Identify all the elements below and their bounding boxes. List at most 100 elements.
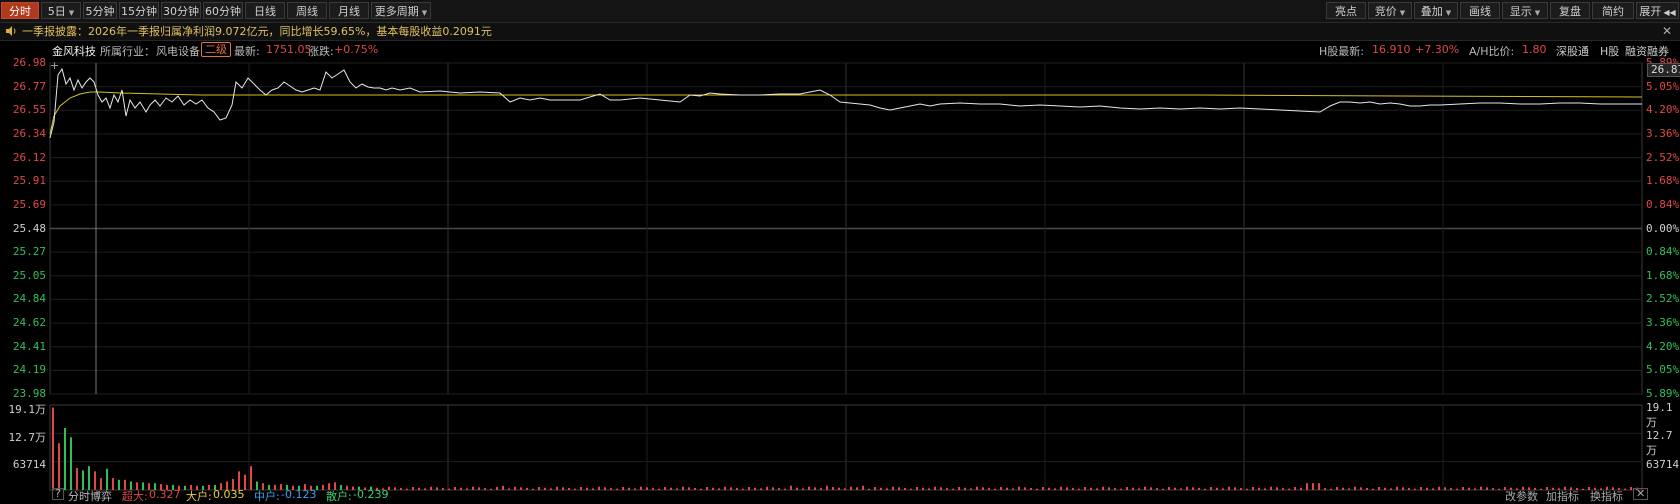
ah-ratio-value: 1.80 xyxy=(1522,43,1547,56)
price-tick-label: 25.27 xyxy=(12,245,46,259)
medium-label: 中户: xyxy=(254,490,280,503)
h-share-change: +7.30% xyxy=(1415,43,1460,56)
current-price-tag: 26.87 xyxy=(1647,63,1680,77)
volume-bar xyxy=(106,468,108,490)
tab-monthly[interactable]: 月线 xyxy=(329,2,369,19)
percent-tick-label: 2.52% xyxy=(1646,150,1680,164)
h-share-label: H股最新: xyxy=(1319,45,1364,58)
chevron-down-icon: ▼ xyxy=(68,9,75,17)
volume-tick-label: 12.7万 xyxy=(8,431,47,445)
percent-tick-label: 3.36% xyxy=(1646,126,1680,140)
chevron-down-icon: ▼ xyxy=(1399,9,1406,17)
volume-bar xyxy=(1312,483,1314,490)
price-tick-label: 25.91 xyxy=(12,174,46,188)
chart-grid xyxy=(49,62,1643,491)
price-tick-label: 26.55 xyxy=(12,103,46,117)
volume-tick-label-right: 63714 xyxy=(1646,457,1680,471)
volume-tick-label: 63714 xyxy=(12,457,46,471)
close-icon[interactable]: ✕ xyxy=(1633,488,1649,500)
period-toolbar: 分时 5日 ▼ 5分钟 15分钟 30分钟 60分钟 日线 周线 月线 更多周期 ▼… xyxy=(0,0,1680,23)
industry-label: 所属行业： xyxy=(100,45,155,58)
percent-tick-label: 3.36% xyxy=(1646,316,1680,330)
chevron-down-icon: ▼ xyxy=(1534,9,1541,17)
price-tick-label: 24.41 xyxy=(12,339,46,353)
price-tick-label: 26.34 xyxy=(12,126,46,140)
help-icon[interactable]: ? xyxy=(52,488,64,500)
display-button[interactable]: 显示 ▼ xyxy=(1502,2,1548,19)
add-indicator-button[interactable]: 加指标 xyxy=(1546,488,1579,504)
overlay-button[interactable]: 叠加 ▼ xyxy=(1414,2,1458,19)
volume-bar xyxy=(70,437,72,490)
volume-tick-label: 19.1万 xyxy=(8,403,47,416)
expand-button[interactable]: 展开 ◀◀ xyxy=(1636,2,1679,19)
ah-ratio-label: A/H比价: xyxy=(1469,45,1515,58)
tab-daily[interactable]: 日线 xyxy=(245,2,285,19)
volume-bar xyxy=(1318,483,1320,490)
speaker-icon xyxy=(6,26,16,36)
latest-value: 1751.05 xyxy=(266,43,312,56)
medium-value: -0.123 xyxy=(281,488,317,501)
tab-60min[interactable]: 60分钟 xyxy=(203,2,243,19)
super-large-label: 超大: xyxy=(122,490,148,503)
tab-5day[interactable]: 5日 ▼ xyxy=(41,2,81,19)
percent-tick-label: 2.52% xyxy=(1646,292,1680,306)
chevron-down-icon: ▼ xyxy=(421,9,428,17)
price-tick-label: 23.98 xyxy=(12,387,46,400)
tab-15min[interactable]: 15分钟 xyxy=(119,2,159,19)
stock-info-bar: 金风科技 所属行业： 风电设备 二级 最新: 1751.05 涨跌: +0.75… xyxy=(0,41,1680,59)
h-share-price: 16.910 xyxy=(1372,43,1411,56)
crosshair-cursor-icon: + xyxy=(50,59,60,72)
price-tick-label: 24.84 xyxy=(12,292,46,306)
simple-button[interactable]: 简约 xyxy=(1592,2,1634,19)
replay-button[interactable]: 复盘 xyxy=(1550,2,1590,19)
draw-line-button[interactable]: 画线 xyxy=(1460,2,1500,19)
tab-5min[interactable]: 5分钟 xyxy=(83,2,117,19)
large-value: 0.035 xyxy=(213,488,245,501)
percent-tick-label: 5.05% xyxy=(1646,79,1680,93)
h-share-link[interactable]: H股 xyxy=(1600,43,1619,59)
tab-weekly[interactable]: 周线 xyxy=(287,2,327,19)
retail-label: 散户: xyxy=(326,490,352,503)
intraday-chart-area[interactable]: 26.98 26.77 26.55 26.34 26.12 25.91 25.69 25.48… xyxy=(0,56,1680,500)
industry-level-badge[interactable]: 二级 xyxy=(201,42,231,57)
tab-more-periods[interactable]: 更多周期 ▼ xyxy=(371,2,431,19)
tab-30min[interactable]: 30分钟 xyxy=(161,2,201,19)
tab-intraday-game[interactable]: 分时博弈 xyxy=(68,488,112,504)
volume-bar xyxy=(88,466,90,490)
price-tick-label: 26.98 xyxy=(12,56,46,69)
industry-value[interactable]: 风电设备 xyxy=(156,43,200,59)
price-tick-label: 26.12 xyxy=(12,150,46,164)
percent-tick-label: 1.68% xyxy=(1646,174,1680,188)
highlight-button[interactable]: 亮点 xyxy=(1326,2,1366,19)
price-tick-label: 26.77 xyxy=(12,79,46,93)
percent-tick-label: 4.20% xyxy=(1646,339,1680,353)
volume-bar xyxy=(112,478,114,490)
volume-bar xyxy=(76,467,78,490)
chevron-down-icon: ▼ xyxy=(1445,9,1452,17)
percent-tick-label: 1.68% xyxy=(1646,268,1680,282)
stock-name: 金风科技 xyxy=(52,45,96,58)
indicator-bar: ? 分时博弈 超大: 0.327 大户: 0.035 中户: -0.123 散户… xyxy=(0,488,1680,503)
change-label: 涨跌: xyxy=(308,45,334,58)
volume-bar xyxy=(52,407,54,490)
large-label: 大户: xyxy=(186,490,212,503)
announcement-text: 一季报披露：2026年一季报归属净利润9.072亿元，同比增长59.65%，基本… xyxy=(22,25,492,38)
percent-tick-label: 5.05% xyxy=(1646,363,1680,377)
volume-bar xyxy=(58,443,60,490)
super-large-value: 0.327 xyxy=(149,488,181,501)
percent-tick-label: 0.00% xyxy=(1646,221,1680,235)
volume-bar xyxy=(250,466,252,490)
latest-label: 最新: xyxy=(234,45,260,58)
announcement-bar[interactable]: 一季报披露：2026年一季报归属净利润9.072亿元，同比增长59.65%，基本… xyxy=(0,23,1680,41)
price-tick-label: 25.48 xyxy=(12,221,46,235)
change-params-button[interactable]: 改参数 xyxy=(1505,488,1538,504)
auction-button[interactable]: 竞价 ▼ xyxy=(1368,2,1412,19)
volume-bar xyxy=(1306,483,1308,490)
price-tick-label: 24.19 xyxy=(12,363,46,377)
close-icon[interactable]: ✕ xyxy=(1662,24,1672,38)
tab-intraday[interactable]: 分时 xyxy=(1,2,39,19)
switch-indicator-button[interactable]: 换指标 xyxy=(1590,488,1623,504)
retail-value: -0.239 xyxy=(353,488,389,501)
price-tick-label: 25.69 xyxy=(12,197,46,211)
shenzhen-connect-link[interactable]: 深股通 xyxy=(1556,43,1589,59)
